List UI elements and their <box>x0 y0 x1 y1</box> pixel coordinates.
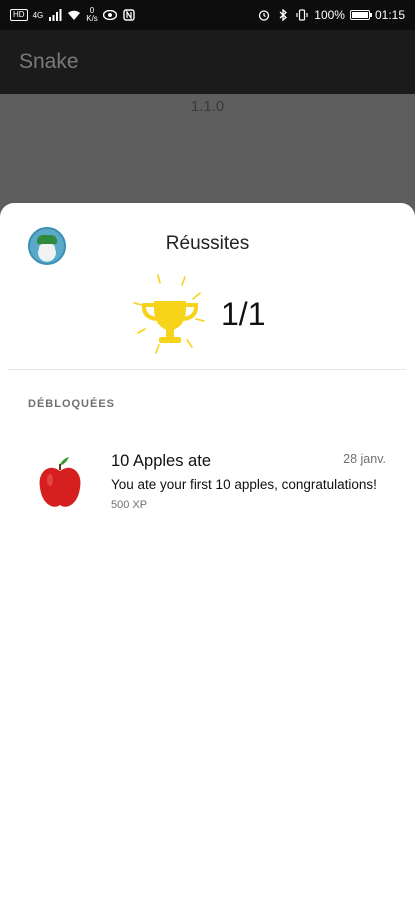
bluetooth-icon <box>276 9 290 21</box>
battery-icon <box>349 10 372 20</box>
status-right: 100% 01:15 <box>257 8 405 22</box>
battery-percent: 100% <box>314 8 345 22</box>
network-speed: 0 K/s <box>86 7 98 23</box>
app-bar: Snake <box>0 30 415 94</box>
eye-icon <box>102 9 117 21</box>
status-bar: HD 4G 0 K/s 100% 01:15 <box>0 0 415 30</box>
signal-icon <box>48 9 62 21</box>
achievements-sheet: Réussites 1/1 DÉBLOQUÉES 10 Apples ate 2… <box>0 203 415 900</box>
section-unlocked-label: DÉBLOQUÉES <box>28 398 116 410</box>
app-version: 1.1.0 <box>190 98 225 115</box>
divider <box>8 369 406 370</box>
clock: 01:15 <box>374 8 405 22</box>
achievements-title: Réussites <box>165 233 250 254</box>
achievement-description: You ate your first 10 apples, congratula… <box>111 477 377 492</box>
achievement-xp: 500 XP <box>111 499 148 511</box>
alarm-icon <box>257 9 271 21</box>
hd-badge: HD <box>10 9 28 21</box>
battery-fill <box>351 12 368 18</box>
status-left: HD 4G 0 K/s <box>10 7 136 23</box>
apple-icon <box>38 456 82 508</box>
achievement-date: 28 janv. <box>343 452 386 466</box>
trophy-icon <box>130 273 210 359</box>
wifi-icon <box>67 9 81 21</box>
network-type: 4G <box>32 10 44 20</box>
achievement-name: 10 Apples ate <box>111 452 211 470</box>
vibrate-icon <box>295 9 309 21</box>
achievement-progress: 1/1 <box>221 296 266 332</box>
app-title: Snake <box>19 50 79 73</box>
network-speed-unit: K/s <box>86 14 98 23</box>
nfc-icon <box>122 9 136 21</box>
list-item[interactable]: 10 Apples ate 28 janv. You ate your firs… <box>0 448 415 528</box>
